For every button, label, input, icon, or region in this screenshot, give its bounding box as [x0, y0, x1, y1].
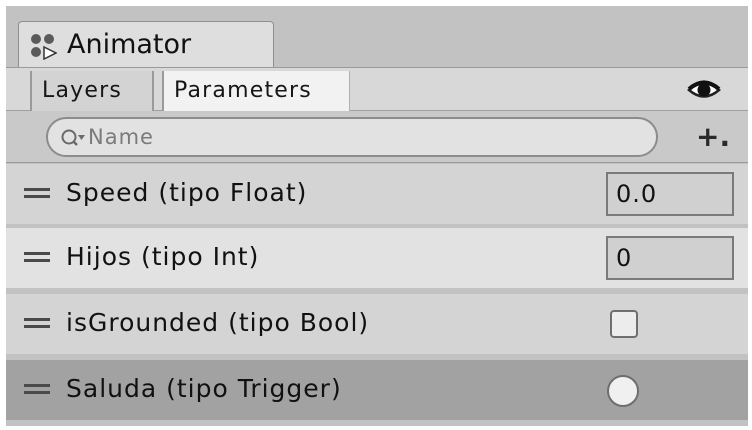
parameter-label: Speed (tipo Float)	[66, 178, 308, 207]
parameter-label: Saluda (tipo Trigger)	[66, 374, 342, 403]
sub-tab-bar: Layers Parameters	[6, 67, 748, 111]
trigger-radio[interactable]	[607, 375, 639, 407]
drag-handle-icon[interactable]	[24, 250, 50, 264]
animator-window: Animator Layers Parameters +. Speed (tip…	[6, 6, 748, 426]
tab-layers[interactable]: Layers	[30, 71, 154, 111]
parameter-label: isGrounded (tipo Bool)	[66, 308, 370, 337]
parameter-label: Hijos (tipo Int)	[66, 242, 260, 271]
window-tab-animator[interactable]: Animator	[18, 21, 274, 67]
drag-handle-icon[interactable]	[24, 186, 50, 200]
tab-parameters[interactable]: Parameters	[162, 71, 350, 111]
search-input[interactable]	[86, 121, 646, 153]
parameter-row-speed[interactable]: Speed (tipo Float) 0.0	[6, 164, 748, 224]
animator-icon	[31, 34, 57, 60]
eye-icon[interactable]	[687, 77, 721, 103]
parameter-row-hijos[interactable]: Hijos (tipo Int) 0	[6, 228, 748, 288]
bool-checkbox[interactable]	[610, 310, 638, 338]
search-icon[interactable]	[60, 128, 86, 150]
drag-handle-icon[interactable]	[24, 316, 50, 330]
drag-handle-icon[interactable]	[24, 382, 50, 396]
search-row: +.	[6, 111, 748, 163]
add-parameter-button[interactable]: +.	[696, 119, 730, 155]
parameter-row-saluda[interactable]: Saluda (tipo Trigger)	[6, 360, 748, 420]
int-value-field[interactable]: 0	[606, 236, 734, 280]
search-field[interactable]	[46, 117, 658, 157]
parameter-row-isgrounded[interactable]: isGrounded (tipo Bool)	[6, 294, 748, 354]
window-title: Animator	[67, 29, 192, 60]
float-value-field[interactable]: 0.0	[606, 172, 734, 216]
